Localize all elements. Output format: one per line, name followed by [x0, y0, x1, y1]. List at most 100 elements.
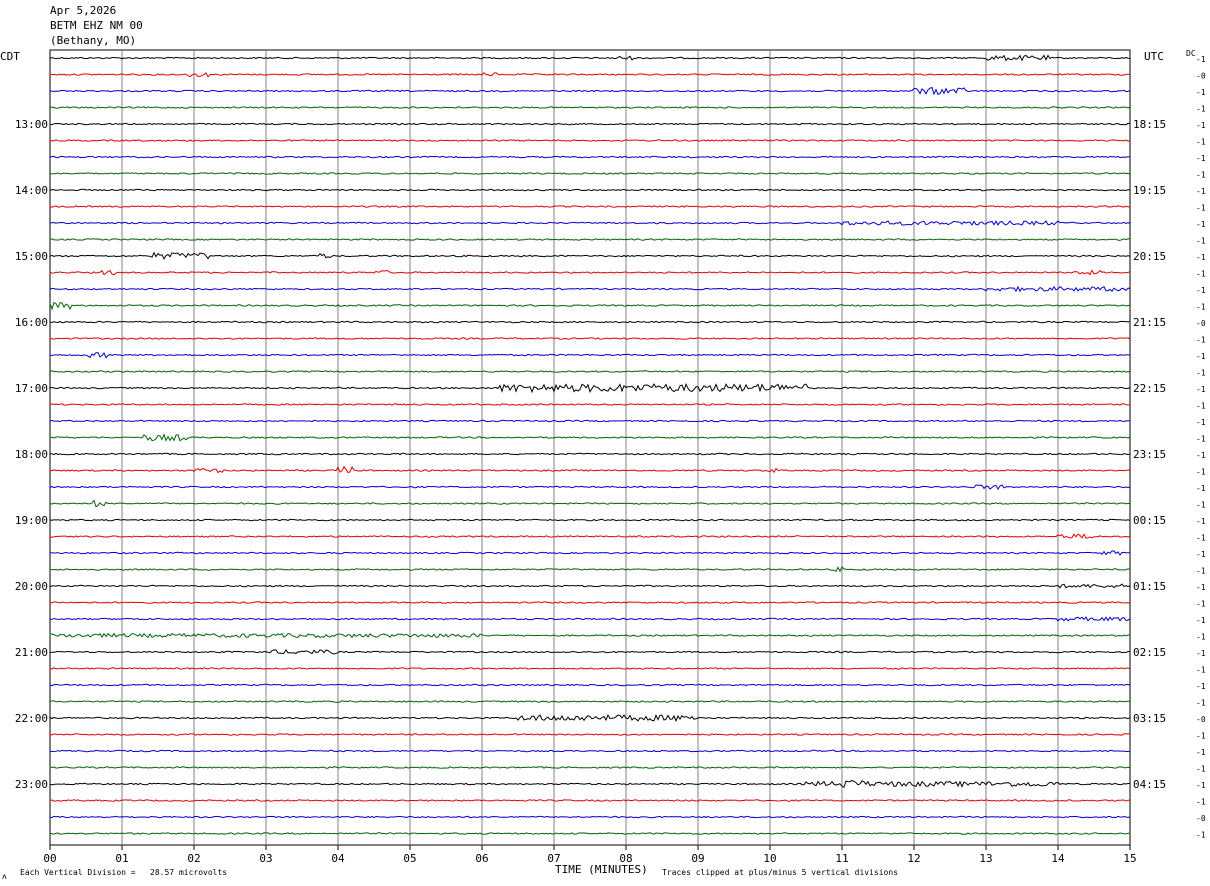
dc-offset-label: -1 [1196, 831, 1206, 840]
scale-note: Each Vertical Division = 28.57 microvolt… [20, 868, 228, 877]
dc-offset-label: -1 [1196, 220, 1206, 229]
dc-offset-label: -1 [1196, 633, 1206, 642]
dc-offset-label: -1 [1196, 385, 1206, 394]
dc-offset-label: -1 [1196, 105, 1206, 114]
right-hour-label: 00:15 [1133, 514, 1166, 527]
x-tick-label: 13 [979, 852, 992, 865]
dc-offset-label: -1 [1196, 138, 1206, 147]
dc-offset-label: -1 [1196, 121, 1206, 130]
dc-offset-label: -1 [1196, 501, 1206, 510]
trace-20 [49, 382, 1131, 394]
right-hour-label: 20:15 [1133, 250, 1166, 263]
trace-8 [49, 188, 1131, 192]
trace-0 [49, 54, 1131, 62]
trace-15 [49, 301, 1131, 311]
x-tick-label: 00 [43, 852, 56, 865]
right-hour-label: 02:15 [1133, 646, 1166, 659]
trace-22 [49, 419, 1131, 423]
left-hour-label: 21:00 [15, 646, 48, 659]
trace-38 [49, 683, 1131, 687]
dc-offset-label: -1 [1196, 583, 1206, 592]
dc-offset-label: -1 [1196, 517, 1206, 526]
dc-offset-label: -1 [1196, 418, 1206, 427]
x-tick-label: 15 [1123, 852, 1136, 865]
trace-27 [49, 499, 1131, 508]
right-hour-label: 01:15 [1133, 580, 1166, 593]
trace-11 [49, 238, 1131, 241]
dc-offset-label: -1 [1196, 435, 1206, 444]
trace-19 [49, 370, 1131, 373]
left-hour-label: 13:00 [15, 118, 48, 131]
dc-offset-label: -1 [1196, 765, 1206, 774]
x-tick-label: 05 [403, 852, 416, 865]
dc-offset-label: -1 [1196, 237, 1206, 246]
left-hour-label: 22:00 [15, 712, 48, 725]
dc-offset-label: -1 [1196, 88, 1206, 97]
trace-23 [49, 433, 1131, 442]
x-axis-title: TIME (MINUTES) [555, 863, 648, 876]
trace-16 [49, 320, 1131, 324]
trace-32 [49, 583, 1131, 589]
trace-45 [49, 799, 1130, 802]
dc-offset-label: -1 [1196, 303, 1206, 312]
trace-13 [49, 269, 1131, 276]
left-hour-label: 17:00 [15, 382, 48, 395]
right-hour-label: 23:15 [1133, 448, 1166, 461]
dc-offset-label: -1 [1196, 451, 1206, 460]
dc-offset-label: -1 [1196, 270, 1206, 279]
trace-46 [49, 815, 1131, 819]
dc-offset-label: -1 [1196, 286, 1206, 295]
trace-5 [49, 139, 1130, 142]
trace-35 [49, 632, 1131, 639]
trace-36 [49, 648, 1130, 655]
trace-7 [49, 172, 1131, 175]
trace-47 [49, 832, 1131, 835]
dc-offset-label: -1 [1196, 798, 1206, 807]
dc-offset-label: -1 [1196, 369, 1206, 378]
x-tick-label: 09 [691, 852, 704, 865]
right-hour-label: 22:15 [1133, 382, 1166, 395]
x-tick-label: 03 [259, 852, 272, 865]
dc-offset-label: -1 [1196, 55, 1206, 64]
trace-31 [49, 566, 1131, 573]
dc-offset-label: -1 [1196, 154, 1206, 163]
trace-10 [49, 220, 1131, 226]
dc-offset-label: -1 [1196, 171, 1206, 180]
trace-12 [49, 251, 1131, 260]
dc-offset-label: -1 [1196, 666, 1206, 675]
dc-offset-label: -1 [1196, 187, 1206, 196]
left-hour-label: 18:00 [15, 448, 48, 461]
left-hour-label: 19:00 [15, 514, 48, 527]
trace-25 [49, 465, 1131, 474]
trace-33 [49, 601, 1131, 604]
dc-offset-label: -1 [1196, 484, 1206, 493]
trace-29 [49, 533, 1131, 539]
x-tick-label: 14 [1051, 852, 1065, 865]
x-tick-label: 04 [331, 852, 345, 865]
dc-offset-label: -1 [1196, 253, 1206, 262]
dc-label: DC [1186, 49, 1196, 58]
left-hour-label: 15:00 [15, 250, 48, 263]
x-tick-label: 10 [763, 852, 776, 865]
trace-21 [49, 403, 1131, 406]
trace-39 [49, 700, 1130, 703]
trace-37 [49, 667, 1131, 670]
dc-offset-label: -1 [1196, 682, 1206, 691]
trace-2 [49, 86, 1131, 96]
x-tick-label: 02 [187, 852, 200, 865]
dc-offset-label: -1 [1196, 336, 1206, 345]
trace-3 [49, 106, 1131, 109]
right-hour-label: 04:15 [1133, 778, 1166, 791]
trace-44 [49, 779, 1130, 788]
right-hour-label: 18:15 [1133, 118, 1166, 131]
dc-offset-label: -0 [1196, 319, 1206, 328]
dc-offset-label: -0 [1196, 72, 1206, 81]
dc-offset-label: -1 [1196, 550, 1206, 559]
right-hour-label: 03:15 [1133, 712, 1166, 725]
trace-4 [49, 122, 1131, 126]
right-hour-label: 19:15 [1133, 184, 1166, 197]
dc-offset-label: -1 [1196, 699, 1206, 708]
dc-offset-label: -1 [1196, 534, 1206, 543]
dc-offset-label: -1 [1196, 567, 1206, 576]
plot-frame [49, 49, 1131, 846]
